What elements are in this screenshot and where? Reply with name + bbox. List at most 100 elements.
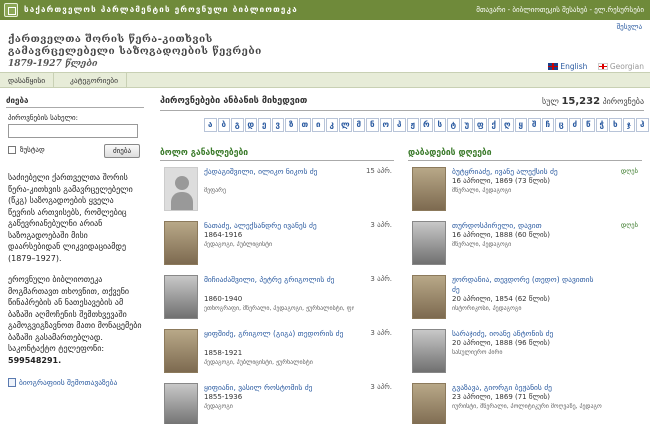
person-photo[interactable] — [412, 167, 446, 211]
letter-link[interactable]: ჟ — [406, 118, 419, 132]
person-profession: მწერალი, პედაგოგი — [452, 241, 512, 248]
person-name-link[interactable]: ნათაძე, ალექსანდრე ივანეს ძე — [204, 221, 354, 231]
person-name-link[interactable]: თურდოსპირელი, დავით — [452, 221, 602, 231]
letter-link[interactable]: შ — [528, 118, 541, 132]
person-photo[interactable] — [164, 275, 198, 319]
list-item: ნათაძე, ალექსანდრე ივანეს ძე 3 აპრ. 1864-1… — [160, 221, 394, 269]
letter-link[interactable]: გ — [231, 118, 244, 132]
name-search-input[interactable] — [8, 124, 138, 138]
latest-list: ქადაგიშვილი, ილიკო ნიკოს ძე 15 აპრ. მეფარე… — [160, 167, 394, 424]
library-title[interactable]: საქართველოს პარლამენტის ეროვნული ბიბლიოთ… — [24, 5, 298, 14]
letter-link[interactable]: დ — [244, 118, 257, 132]
list-item: ბუტყრიაძე, ივანე ალექსის ძე დღეს 16 აპრილი… — [408, 167, 642, 215]
letter-link[interactable]: ც — [555, 118, 568, 132]
person-photo[interactable] — [412, 329, 446, 373]
person-photo[interactable] — [412, 383, 446, 424]
total-suffix: პიროვნება — [602, 97, 644, 106]
library-logo-icon[interactable] — [4, 3, 18, 17]
person-name-link[interactable]: ყიფიანი, ვასილ როსტომის ძე — [204, 383, 354, 393]
site-title-years: 1879-1927 წლები — [8, 59, 98, 69]
person-name-link[interactable]: ბუტყრიაძე, ივანე ალექსის ძე — [452, 167, 602, 177]
search-header: ძიება — [6, 96, 144, 108]
letter-link[interactable]: ა — [204, 118, 217, 132]
letter-link[interactable]: ჭ — [595, 118, 608, 132]
person-name-link[interactable]: ყიფშიძე, გრიგოლ (გიგა) თედორის ძე — [204, 329, 354, 339]
person-dates: 1860-1940 — [204, 295, 243, 303]
search-button[interactable]: ძიება — [104, 144, 140, 158]
letter-link[interactable]: ვ — [271, 118, 284, 132]
letter-link[interactable]: მ — [352, 118, 365, 132]
contact-text: ეროვნული ბიბლიოთეკა მოგმართავთ თხოვნით, … — [8, 274, 142, 366]
letter-link[interactable]: რ — [420, 118, 433, 132]
total-number: 15,232 — [561, 96, 601, 107]
letter-link[interactable]: უ — [460, 118, 473, 132]
suggest-biography[interactable]: ბიოგრაფიის შემოთავაზება — [8, 378, 142, 387]
lang-georgian[interactable]: Georgian — [610, 62, 644, 71]
lang-english[interactable]: English — [560, 62, 587, 71]
person-name-link[interactable]: სარაჯიძე, იოანე ანტონის ძე — [452, 329, 602, 339]
updated-date: 3 აპრ. — [370, 383, 392, 391]
person-name-link[interactable]: მიჩიაძაშვილი, პეტრე გრიგოლის ძე — [204, 275, 354, 285]
letter-link[interactable]: ხ — [609, 118, 622, 132]
letter-link[interactable]: ყ — [514, 118, 527, 132]
letter-link[interactable]: ჰ — [636, 118, 649, 132]
person-profession: მეფარე — [204, 187, 227, 194]
letter-link[interactable]: ფ — [474, 118, 487, 132]
letter-link[interactable]: ი — [312, 118, 325, 132]
birthday-today-badge: დღეს — [620, 167, 638, 175]
nav-bar: დასაწყისი კატეგორიები — [0, 72, 650, 88]
updated-date: 3 აპრ. — [370, 275, 392, 283]
exact-checkbox[interactable] — [8, 146, 16, 154]
letter-link[interactable]: პ — [393, 118, 406, 132]
person-dates: 16 აპრილი, 1888 (60 წლის) — [452, 231, 550, 239]
letter-link[interactable]: ო — [379, 118, 392, 132]
latest-updates: ბოლო განახლებები ქადაგიშვილი, ილიკო ნიკო… — [160, 148, 394, 424]
title-divider — [160, 110, 644, 111]
updated-date: 15 აპრ. — [365, 167, 392, 175]
person-profession: სასულიერო პირი — [452, 349, 503, 356]
letter-link[interactable]: თ — [298, 118, 311, 132]
person-dates: 1858-1921 — [204, 349, 243, 357]
site-title[interactable]: ქართველთა შორის წერა-კითხვის გამავრცელებ… — [8, 34, 262, 70]
letter-link[interactable]: ღ — [501, 118, 514, 132]
login-link[interactable]: შესვლა — [617, 23, 642, 31]
letter-link[interactable]: ე — [258, 118, 271, 132]
letter-link[interactable]: ჯ — [622, 118, 635, 132]
updated-date: 3 აპრ. — [370, 329, 392, 337]
letter-link[interactable]: ლ — [339, 118, 352, 132]
person-profession: მწერალი, პედაგოგი — [452, 187, 512, 194]
latest-updates-header: ბოლო განახლებები — [160, 148, 394, 161]
person-photo[interactable] — [164, 383, 198, 424]
tab-categories[interactable]: კატეგორიები — [62, 73, 128, 88]
letter-link[interactable]: ტ — [447, 118, 460, 132]
list-item: ქადაგიშვილი, ილიკო ნიკოს ძე 15 აპრ. მეფარე — [160, 167, 394, 215]
top-links[interactable]: მთავარი - ბიბლიოთეკის შესახებ - ელ.რესურ… — [476, 6, 644, 14]
person-photo[interactable] — [164, 167, 198, 211]
person-dates: 20 აპრილი, 1888 (96 წლის) — [452, 339, 550, 347]
site-title-line1: ქართველთა შორის წერა-კითხვის — [8, 34, 213, 45]
person-photo[interactable] — [164, 329, 198, 373]
birthday-today-badge: დღეს — [620, 221, 638, 229]
letter-link[interactable]: ქ — [487, 118, 500, 132]
letter-link[interactable]: კ — [325, 118, 338, 132]
letter-link[interactable]: ჩ — [541, 118, 554, 132]
birthdays-header: დაბადების დღეები — [408, 148, 642, 161]
person-name-link[interactable]: ჟორდანია, თევდორე (თედო) დავითის ძე — [452, 275, 602, 295]
name-label: პიროვნების სახელი: — [8, 114, 79, 122]
letter-link[interactable]: ბ — [217, 118, 230, 132]
person-photo[interactable] — [164, 221, 198, 265]
person-photo[interactable] — [412, 221, 446, 265]
exact-label: ზუსტად — [20, 146, 45, 154]
list-item: მიჩიაძაშვილი, პეტრე გრიგოლის ძე 3 აპრ. 186… — [160, 275, 394, 323]
person-name-link[interactable]: გვაზავა, გიორგი ბეჟანის ძე — [452, 383, 602, 393]
person-name-link[interactable]: ქადაგიშვილი, ილიკო ნიკოს ძე — [204, 167, 354, 177]
letter-link[interactable]: ზ — [285, 118, 298, 132]
top-bar: საქართველოს პარლამენტის ეროვნული ბიბლიოთ… — [0, 0, 650, 20]
letter-link[interactable]: წ — [582, 118, 595, 132]
letter-link[interactable]: ნ — [366, 118, 379, 132]
letter-link[interactable]: ძ — [568, 118, 581, 132]
letter-link[interactable]: ს — [433, 118, 446, 132]
tab-home[interactable]: დასაწყისი — [0, 73, 55, 88]
person-photo[interactable] — [412, 275, 446, 319]
list-item: ყიფიანი, ვასილ როსტომის ძე 3 აპრ. 1855-193… — [160, 383, 394, 424]
